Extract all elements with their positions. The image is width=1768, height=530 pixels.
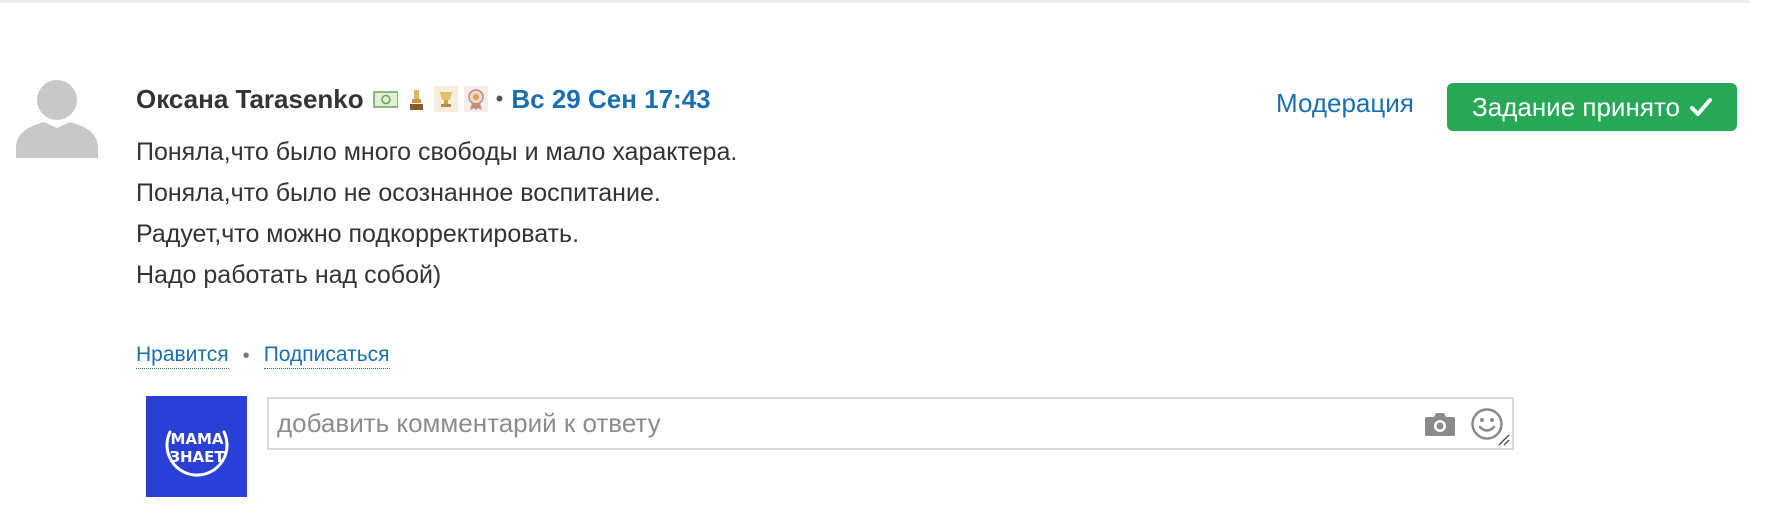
author-name[interactable]: Оксана Tarasenko <box>136 84 364 115</box>
comment-line: Радует,что можно подкорректировать. <box>136 220 580 248</box>
user-avatar-placeholder-icon[interactable] <box>16 76 98 158</box>
task-accepted-button[interactable]: Задание принято <box>1447 83 1737 131</box>
comment-line: Поняла,что было не осознанное воспитание… <box>136 179 661 207</box>
user-badges <box>372 86 488 112</box>
check-icon <box>1689 98 1712 116</box>
header-separator: • <box>495 86 504 111</box>
comment-actions: Нравится • Подписаться <box>136 343 390 369</box>
reply-comment-box <box>267 397 1514 450</box>
logo-text-line2: ЗНАЕТ <box>169 448 225 466</box>
top-divider <box>0 0 1750 3</box>
resize-handle-icon[interactable] <box>1496 432 1510 446</box>
actions-separator: • <box>242 344 250 367</box>
comment-line: Поняла,что было много свободы и мало хар… <box>136 138 738 166</box>
medal-badge-icon[interactable] <box>463 86 488 112</box>
mama-znaet-logo: МАМА ЗНАЕТ <box>146 396 247 497</box>
like-link[interactable]: Нравится <box>136 343 229 369</box>
comment-header: Оксана Tarasenko • Вс 29 Сен 17:43 <box>136 82 711 116</box>
trophy-badge-icon[interactable] <box>404 86 428 112</box>
camera-icon[interactable] <box>1424 411 1456 437</box>
moderation-link[interactable]: Модерация <box>1276 88 1414 119</box>
post-date-link[interactable]: Вс 29 Сен 17:43 <box>511 84 710 115</box>
task-accepted-label: Задание принято <box>1472 91 1680 122</box>
reply-comment-input[interactable] <box>269 399 1399 448</box>
money-badge-icon[interactable] <box>372 86 398 112</box>
cup-badge-icon[interactable] <box>433 86 458 112</box>
comment-body: Поняла,что было много свободы и мало хар… <box>136 132 1236 296</box>
subscribe-link[interactable]: Подписаться <box>263 343 390 369</box>
logo-text-line1: МАМА <box>170 430 223 448</box>
comment-line: Надо работать над собой) <box>136 261 442 289</box>
